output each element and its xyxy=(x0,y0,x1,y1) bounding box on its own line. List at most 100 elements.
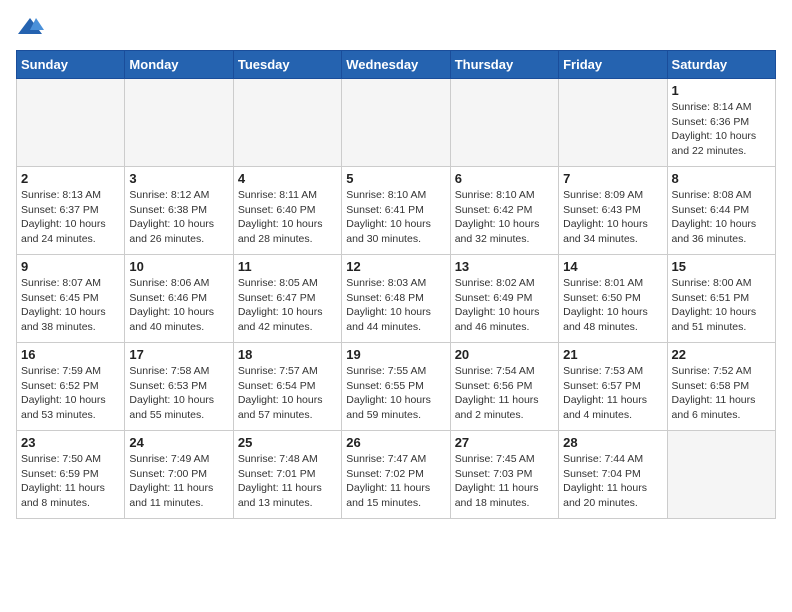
day-info: Sunrise: 8:14 AM Sunset: 6:36 PM Dayligh… xyxy=(672,100,771,159)
weekday-header-saturday: Saturday xyxy=(667,51,775,79)
day-info: Sunrise: 8:00 AM Sunset: 6:51 PM Dayligh… xyxy=(672,276,771,335)
day-info: Sunrise: 7:49 AM Sunset: 7:00 PM Dayligh… xyxy=(129,452,228,511)
day-info: Sunrise: 8:10 AM Sunset: 6:42 PM Dayligh… xyxy=(455,188,554,247)
calendar-cell: 20Sunrise: 7:54 AM Sunset: 6:56 PM Dayli… xyxy=(450,343,558,431)
calendar-cell xyxy=(667,431,775,519)
weekday-header-friday: Friday xyxy=(559,51,667,79)
calendar-cell xyxy=(233,79,341,167)
day-number: 15 xyxy=(672,259,771,274)
calendar-cell: 18 Sunrise: 7:57 AM Sunset: 6:54 PM Dayli… xyxy=(233,343,341,431)
day-number: 16 xyxy=(21,347,120,362)
calendar-cell xyxy=(342,79,450,167)
calendar-cell: 5 Sunrise: 8:10 AM Sunset: 6:41 PM Daylig… xyxy=(342,167,450,255)
day-number: 3 xyxy=(129,171,228,186)
weekday-header-wednesday: Wednesday xyxy=(342,51,450,79)
day-info: Sunrise: 8:13 AM Sunset: 6:37 PM Dayligh… xyxy=(21,188,120,247)
calendar-cell: 14 Sunrise: 8:01 AM Sunset: 6:50 PM Dayli… xyxy=(559,255,667,343)
day-info: Sunrise: 7:50 AM Sunset: 6:59 PM Dayligh… xyxy=(21,452,120,511)
calendar-cell: 19 Sunrise: 7:55 AM Sunset: 6:55 PM Dayli… xyxy=(342,343,450,431)
calendar-cell: 9 Sunrise: 8:07 AM Sunset: 6:45 PM Daylig… xyxy=(17,255,125,343)
day-number: 17 xyxy=(129,347,228,362)
calendar-cell xyxy=(17,79,125,167)
calendar-cell: 11 Sunrise: 8:05 AM Sunset: 6:47 PM Dayli… xyxy=(233,255,341,343)
calendar-cell: 23 Sunrise: 7:50 AM Sunset: 6:59 PM Dayli… xyxy=(17,431,125,519)
calendar-cell: 25 Sunrise: 7:48 AM Sunset: 7:01 PM Dayli… xyxy=(233,431,341,519)
page-header xyxy=(16,16,776,38)
day-info: Sunrise: 8:02 AM Sunset: 6:49 PM Dayligh… xyxy=(455,276,554,335)
day-info: Sunrise: 8:03 AM Sunset: 6:48 PM Dayligh… xyxy=(346,276,445,335)
calendar-cell: 21 Sunrise: 7:53 AM Sunset: 6:57 PM Dayli… xyxy=(559,343,667,431)
weekday-header-monday: Monday xyxy=(125,51,233,79)
day-number: 7 xyxy=(563,171,662,186)
day-number: 11 xyxy=(238,259,337,274)
day-number: 2 xyxy=(21,171,120,186)
day-info: Sunrise: 8:12 AM Sunset: 6:38 PM Dayligh… xyxy=(129,188,228,247)
day-number: 21 xyxy=(563,347,662,362)
day-info: Sunrise: 8:05 AM Sunset: 6:47 PM Dayligh… xyxy=(238,276,337,335)
weekday-header-sunday: Sunday xyxy=(17,51,125,79)
day-info: Sunrise: 7:52 AM Sunset: 6:58 PM Dayligh… xyxy=(672,364,771,423)
day-number: 8 xyxy=(672,171,771,186)
calendar-cell xyxy=(450,79,558,167)
calendar-cell xyxy=(559,79,667,167)
day-info: Sunrise: 7:54 AM Sunset: 6:56 PM Dayligh… xyxy=(455,364,554,423)
calendar-cell: 22 Sunrise: 7:52 AM Sunset: 6:58 PM Dayli… xyxy=(667,343,775,431)
day-number: 19 xyxy=(346,347,445,362)
calendar-cell: 3 Sunrise: 8:12 AM Sunset: 6:38 PM Daylig… xyxy=(125,167,233,255)
day-info: Sunrise: 8:06 AM Sunset: 6:46 PM Dayligh… xyxy=(129,276,228,335)
calendar-cell: 10 Sunrise: 8:06 AM Sunset: 6:46 PM Dayli… xyxy=(125,255,233,343)
day-info: Sunrise: 8:01 AM Sunset: 6:50 PM Dayligh… xyxy=(563,276,662,335)
day-number: 18 xyxy=(238,347,337,362)
calendar-cell: 1 Sunrise: 8:14 AM Sunset: 6:36 PM Daylig… xyxy=(667,79,775,167)
day-info: Sunrise: 7:48 AM Sunset: 7:01 PM Dayligh… xyxy=(238,452,337,511)
weekday-header-tuesday: Tuesday xyxy=(233,51,341,79)
calendar-cell: 27 Sunrise: 7:45 AM Sunset: 7:03 PM Dayli… xyxy=(450,431,558,519)
day-info: Sunrise: 8:10 AM Sunset: 6:41 PM Dayligh… xyxy=(346,188,445,247)
day-info: Sunrise: 7:59 AM Sunset: 6:52 PM Dayligh… xyxy=(21,364,120,423)
day-info: Sunrise: 7:47 AM Sunset: 7:02 PM Dayligh… xyxy=(346,452,445,511)
day-number: 25 xyxy=(238,435,337,450)
day-number: 23 xyxy=(21,435,120,450)
calendar-cell: 13 Sunrise: 8:02 AM Sunset: 6:49 PM Dayli… xyxy=(450,255,558,343)
weekday-header-thursday: Thursday xyxy=(450,51,558,79)
day-number: 28 xyxy=(563,435,662,450)
calendar-cell: 7 Sunrise: 8:09 AM Sunset: 6:43 PM Daylig… xyxy=(559,167,667,255)
calendar-cell: 4 Sunrise: 8:11 AM Sunset: 6:40 PM Daylig… xyxy=(233,167,341,255)
day-number: 6 xyxy=(455,171,554,186)
day-info: Sunrise: 7:57 AM Sunset: 6:54 PM Dayligh… xyxy=(238,364,337,423)
day-number: 9 xyxy=(21,259,120,274)
calendar-cell: 15 Sunrise: 8:00 AM Sunset: 6:51 PM Dayli… xyxy=(667,255,775,343)
calendar-cell: 12 Sunrise: 8:03 AM Sunset: 6:48 PM Dayli… xyxy=(342,255,450,343)
calendar-cell: 24 Sunrise: 7:49 AM Sunset: 7:00 PM Dayli… xyxy=(125,431,233,519)
day-info: Sunrise: 7:44 AM Sunset: 7:04 PM Dayligh… xyxy=(563,452,662,511)
logo xyxy=(16,16,48,38)
day-number: 22 xyxy=(672,347,771,362)
day-info: Sunrise: 8:07 AM Sunset: 6:45 PM Dayligh… xyxy=(21,276,120,335)
calendar-cell: 2 Sunrise: 8:13 AM Sunset: 6:37 PM Daylig… xyxy=(17,167,125,255)
day-number: 1 xyxy=(672,83,771,98)
day-info: Sunrise: 7:45 AM Sunset: 7:03 PM Dayligh… xyxy=(455,452,554,511)
day-info: Sunrise: 7:55 AM Sunset: 6:55 PM Dayligh… xyxy=(346,364,445,423)
day-number: 26 xyxy=(346,435,445,450)
day-number: 4 xyxy=(238,171,337,186)
day-info: Sunrise: 7:58 AM Sunset: 6:53 PM Dayligh… xyxy=(129,364,228,423)
day-info: Sunrise: 8:09 AM Sunset: 6:43 PM Dayligh… xyxy=(563,188,662,247)
day-info: Sunrise: 8:08 AM Sunset: 6:44 PM Dayligh… xyxy=(672,188,771,247)
day-info: Sunrise: 8:11 AM Sunset: 6:40 PM Dayligh… xyxy=(238,188,337,247)
day-info: Sunrise: 7:53 AM Sunset: 6:57 PM Dayligh… xyxy=(563,364,662,423)
logo-icon xyxy=(16,16,44,38)
calendar-cell: 6 Sunrise: 8:10 AM Sunset: 6:42 PM Daylig… xyxy=(450,167,558,255)
day-number: 12 xyxy=(346,259,445,274)
day-number: 13 xyxy=(455,259,554,274)
calendar-cell: 26 Sunrise: 7:47 AM Sunset: 7:02 PM Dayli… xyxy=(342,431,450,519)
calendar-cell xyxy=(125,79,233,167)
calendar-cell: 17 Sunrise: 7:58 AM Sunset: 6:53 PM Dayli… xyxy=(125,343,233,431)
day-number: 14 xyxy=(563,259,662,274)
calendar-cell: 28 Sunrise: 7:44 AM Sunset: 7:04 PM Dayli… xyxy=(559,431,667,519)
calendar-table: SundayMondayTuesdayWednesdayThursdayFrid… xyxy=(16,50,776,519)
calendar-cell: 8 Sunrise: 8:08 AM Sunset: 6:44 PM Daylig… xyxy=(667,167,775,255)
day-number: 24 xyxy=(129,435,228,450)
day-number: 10 xyxy=(129,259,228,274)
day-number: 27 xyxy=(455,435,554,450)
day-number: 5 xyxy=(346,171,445,186)
